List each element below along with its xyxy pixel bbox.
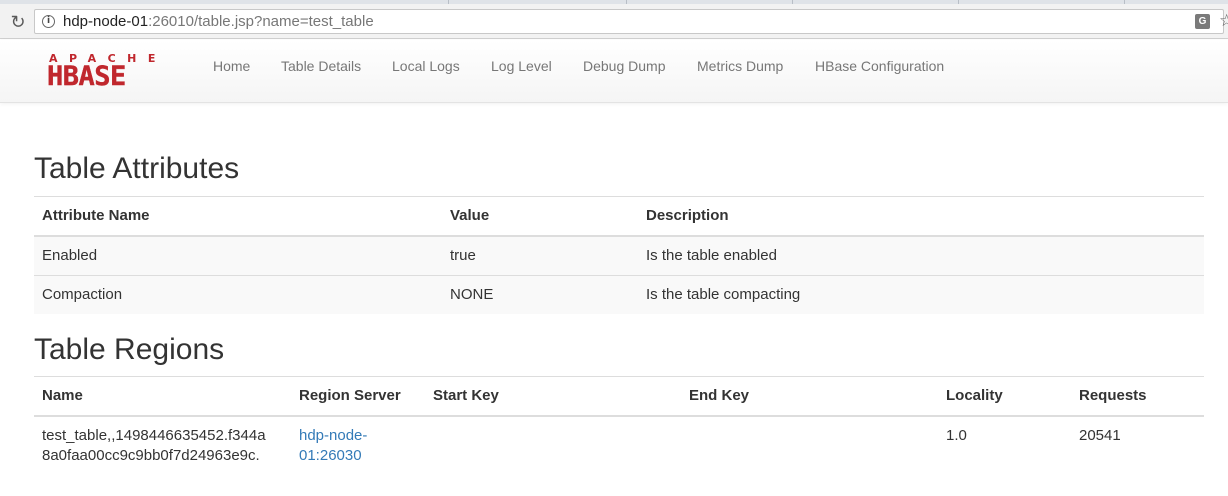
address-bar[interactable]: i hdp-node-01:26010/table.jsp?name=test_… <box>34 9 1228 34</box>
region-server-line: 01:26030 <box>299 447 362 464</box>
reload-icon[interactable]: ↻ <box>6 10 30 34</box>
translate-icon[interactable]: G <box>1195 14 1210 29</box>
info-icon[interactable]: i <box>42 15 55 28</box>
bookmark-star-icon[interactable]: ☆ <box>1219 11 1228 31</box>
region-start-key <box>425 415 681 475</box>
navbar: APACHE HBASE Home Table Details Local Lo… <box>0 40 1228 103</box>
attribute-description: Is the table enabled <box>638 235 1204 276</box>
table-header-row: Attribute Name Value Description <box>34 196 1204 237</box>
region-requests: 20541 <box>1071 415 1204 475</box>
table-row: test_table,,1498446635452.f344a 8a0faa00… <box>34 415 1204 475</box>
region-server-link[interactable]: hdp-node- 01:26030 <box>299 426 417 466</box>
region-locality: 1.0 <box>938 415 1071 475</box>
column-header: Requests <box>1071 376 1204 417</box>
region-name: test_table,,1498446635452.f344a 8a0faa00… <box>34 415 291 475</box>
column-header: End Key <box>681 376 938 417</box>
nav-metrics-dump[interactable]: Metrics Dump <box>697 57 783 75</box>
region-server: hdp-node- 01:26030 <box>291 415 425 475</box>
url-text[interactable]: hdp-node-01:26010/table.jsp?name=test_ta… <box>63 13 374 31</box>
column-header: Name <box>34 376 291 417</box>
region-end-key <box>681 415 938 475</box>
column-header: Value <box>442 196 638 237</box>
region-name-line: 8a0faa00cc9c9bb0f7d24963e9c. <box>42 447 260 464</box>
table-row: Enabled true Is the table enabled <box>34 235 1204 276</box>
nav-hbase-configuration[interactable]: HBase Configuration <box>815 57 944 75</box>
attribute-name: Compaction <box>34 275 442 314</box>
url-host: hdp-node-01 <box>63 13 149 30</box>
column-header: Description <box>638 196 1204 237</box>
hbase-logo[interactable]: APACHE HBASE <box>47 53 187 91</box>
table-header-row: Name Region Server Start Key End Key Loc… <box>34 376 1204 417</box>
column-header: Locality <box>938 376 1071 417</box>
attribute-name: Enabled <box>34 235 442 276</box>
logo-hbase-text: HBASE <box>47 61 127 92</box>
url-path: :26010/table.jsp?name=test_table <box>148 13 374 30</box>
column-header: Region Server <box>291 376 425 417</box>
table-row: Compaction NONE Is the table compacting <box>34 275 1204 314</box>
nav-home[interactable]: Home <box>213 57 250 75</box>
nav-local-logs[interactable]: Local Logs <box>392 57 460 75</box>
region-name-line: test_table,,1498446635452.f344a <box>42 427 266 444</box>
region-server-line: hdp-node- <box>299 427 368 444</box>
column-header: Attribute Name <box>34 196 442 237</box>
browser-toolbar: ↻ i hdp-node-01:26010/table.jsp?name=tes… <box>0 4 1228 39</box>
table-regions-title: Table Regions <box>34 333 225 366</box>
attribute-description: Is the table compacting <box>638 275 1204 314</box>
nav-debug-dump[interactable]: Debug Dump <box>583 57 666 75</box>
column-header: Start Key <box>425 376 681 417</box>
table-attributes-title: Table Attributes <box>34 152 240 185</box>
attribute-value: true <box>442 235 638 276</box>
nav-log-level[interactable]: Log Level <box>491 57 552 75</box>
nav-table-details[interactable]: Table Details <box>281 57 361 75</box>
attribute-value: NONE <box>442 275 638 314</box>
regions-table: Name Region Server Start Key End Key Loc… <box>34 376 1204 475</box>
attributes-table: Attribute Name Value Description Enabled… <box>34 196 1204 314</box>
